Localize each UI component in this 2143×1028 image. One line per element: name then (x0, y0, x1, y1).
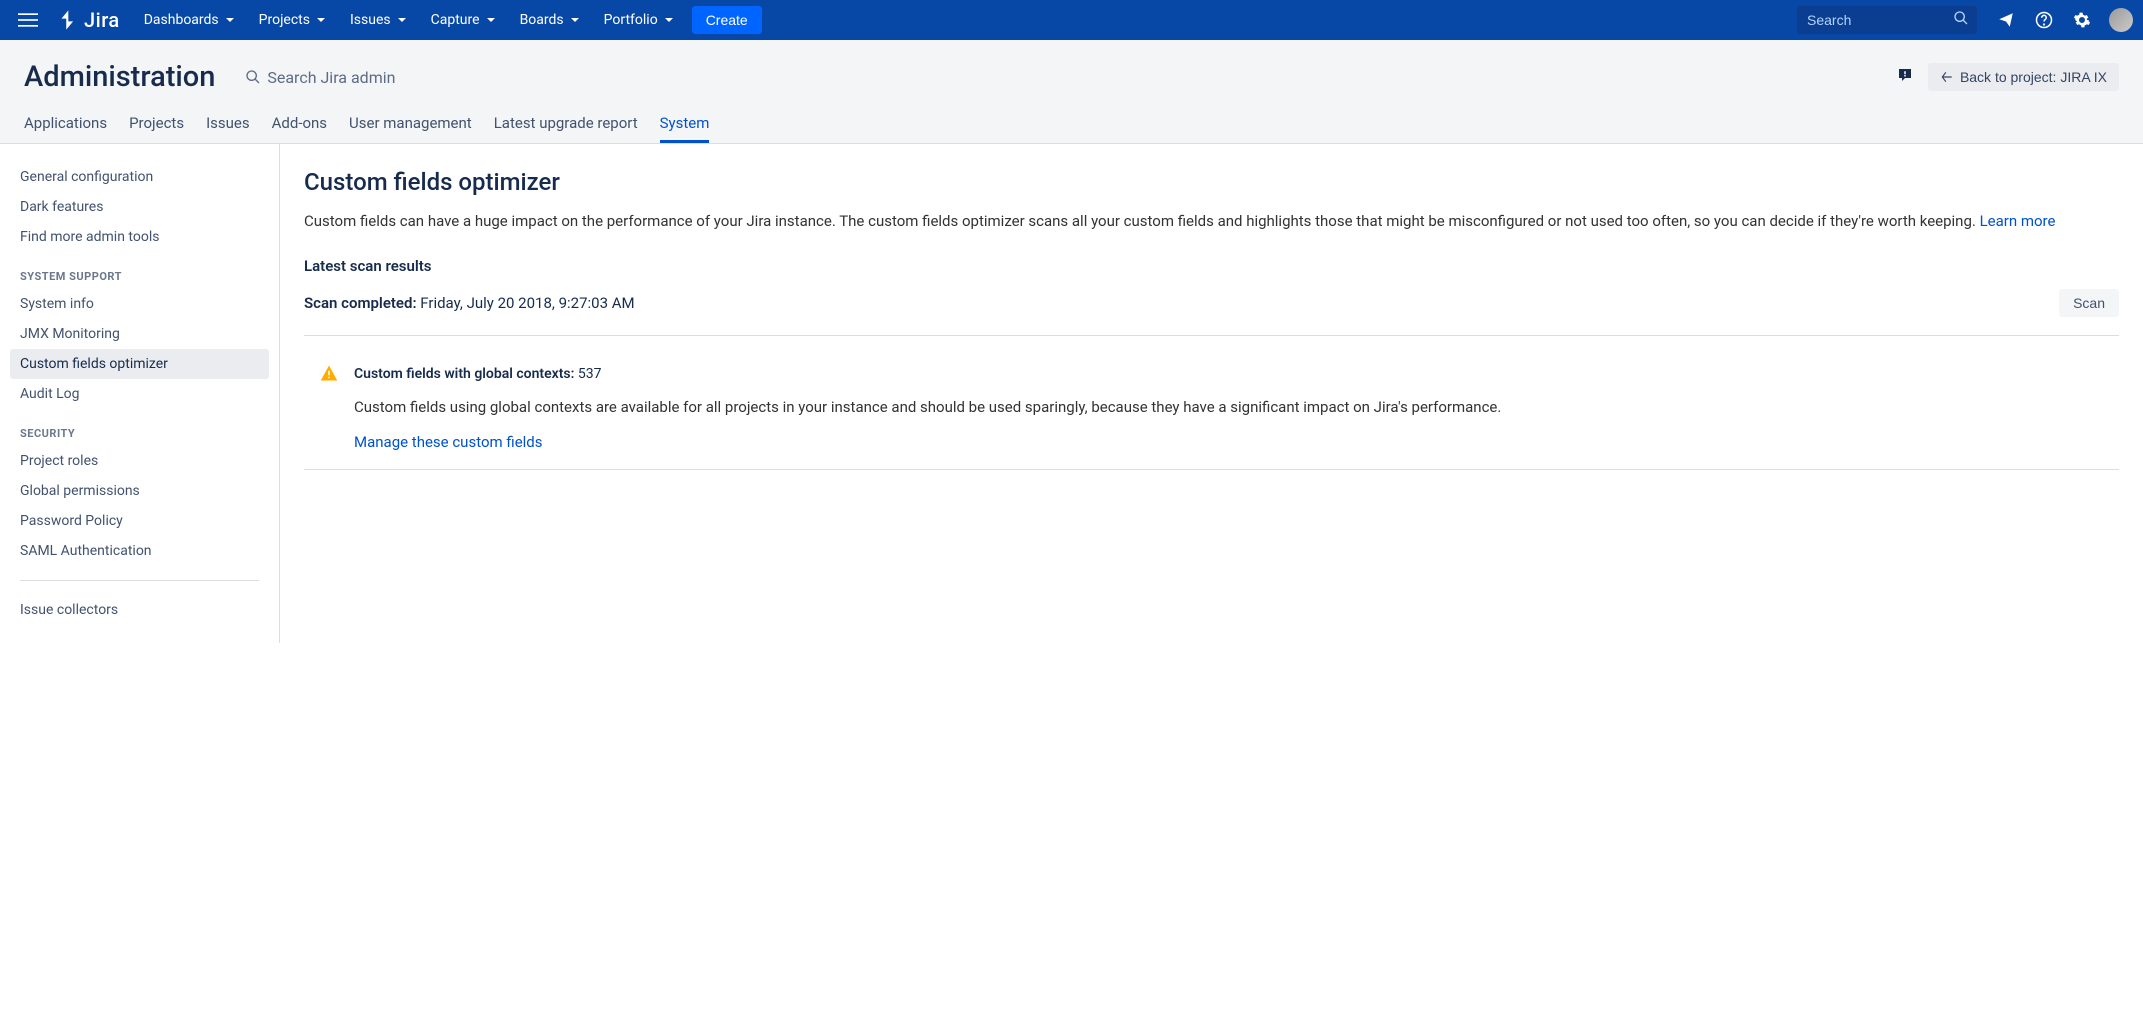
nav-issues[interactable]: Issues (338, 4, 419, 36)
jira-logo[interactable]: Jira (58, 8, 120, 32)
scan-button[interactable]: Scan (2059, 289, 2119, 317)
sidebar: General configuration Dark features Find… (0, 144, 280, 643)
tab-projects[interactable]: Projects (129, 114, 184, 143)
help-icon[interactable] (2027, 3, 2061, 37)
tab-user-management[interactable]: User management (349, 114, 472, 143)
page-title: Custom fields optimizer (304, 168, 2119, 196)
scan-row: Scan completed: Friday, July 20 2018, 9:… (304, 289, 2119, 317)
tab-system[interactable]: System (660, 114, 710, 143)
sidebar-project-roles[interactable]: Project roles (10, 446, 269, 476)
tab-latest-upgrade-report[interactable]: Latest upgrade report (494, 114, 638, 143)
admin-feedback-icon[interactable] (1896, 66, 1914, 88)
app-switcher-icon[interactable] (10, 2, 46, 38)
back-to-project-button[interactable]: Back to project: JIRA IX (1928, 63, 2119, 91)
nav-dashboards[interactable]: Dashboards (132, 4, 247, 36)
nav-items: Dashboards Projects Issues Capture Board… (132, 4, 1797, 36)
sidebar-issue-collectors[interactable]: Issue collectors (10, 595, 269, 625)
result-heading: Custom fields with global contexts: 537 (354, 366, 2119, 382)
top-navigation: Jira Dashboards Projects Issues Capture … (0, 0, 2143, 40)
nav-right (1797, 3, 2133, 37)
logo-text: Jira (84, 8, 120, 32)
divider (304, 335, 2119, 336)
nav-boards[interactable]: Boards (508, 4, 592, 36)
feedback-icon[interactable] (1989, 3, 2023, 37)
sidebar-global-permissions[interactable]: Global permissions (10, 476, 269, 506)
sidebar-jmx-monitoring[interactable]: JMX Monitoring (10, 319, 269, 349)
scan-completed-label: Scan completed: Friday, July 20 2018, 9:… (304, 294, 635, 312)
sidebar-password-policy[interactable]: Password Policy (10, 506, 269, 536)
user-avatar[interactable] (2109, 8, 2133, 32)
admin-tabs: Applications Projects Issues Add-ons Use… (24, 114, 2119, 143)
search-wrap (1797, 6, 1977, 34)
latest-scan-heading: Latest scan results (304, 257, 2119, 275)
sidebar-divider (20, 580, 259, 581)
nav-capture[interactable]: Capture (419, 4, 508, 36)
settings-icon[interactable] (2065, 3, 2099, 37)
search-icon (1953, 10, 1969, 30)
manage-custom-fields-link[interactable]: Manage these custom fields (354, 433, 543, 451)
sidebar-audit-log[interactable]: Audit Log (10, 379, 269, 409)
sidebar-custom-fields-optimizer[interactable]: Custom fields optimizer (10, 349, 269, 379)
sidebar-heading-security: SECURITY (10, 409, 269, 446)
global-search-input[interactable] (1797, 6, 1977, 34)
admin-title: Administration (24, 60, 215, 94)
tab-addons[interactable]: Add-ons (272, 114, 327, 143)
warning-icon (320, 364, 338, 386)
create-button[interactable]: Create (692, 6, 762, 34)
sidebar-find-more-admin-tools[interactable]: Find more admin tools (10, 222, 269, 252)
result-body: Custom fields using global contexts are … (354, 396, 2119, 419)
learn-more-link[interactable]: Learn more (1980, 212, 2056, 230)
nav-portfolio[interactable]: Portfolio (592, 4, 686, 36)
page-description: Custom fields can have a huge impact on … (304, 210, 2119, 233)
tab-issues[interactable]: Issues (206, 114, 250, 143)
content-layout: General configuration Dark features Find… (0, 144, 2143, 643)
result-card: Custom fields with global contexts: 537 … (304, 354, 2119, 471)
sidebar-heading-system-support: SYSTEM SUPPORT (10, 252, 269, 289)
admin-search-placeholder: Search Jira admin (267, 68, 395, 87)
sidebar-system-info[interactable]: System info (10, 289, 269, 319)
admin-header: Administration Search Jira admin Back to… (0, 40, 2143, 144)
sidebar-dark-features[interactable]: Dark features (10, 192, 269, 222)
main-content: Custom fields optimizer Custom fields ca… (280, 144, 2143, 643)
admin-search[interactable]: Search Jira admin (245, 68, 395, 87)
sidebar-saml-authentication[interactable]: SAML Authentication (10, 536, 269, 566)
nav-projects[interactable]: Projects (247, 4, 338, 36)
sidebar-general-configuration[interactable]: General configuration (10, 162, 269, 192)
tab-applications[interactable]: Applications (24, 114, 107, 143)
